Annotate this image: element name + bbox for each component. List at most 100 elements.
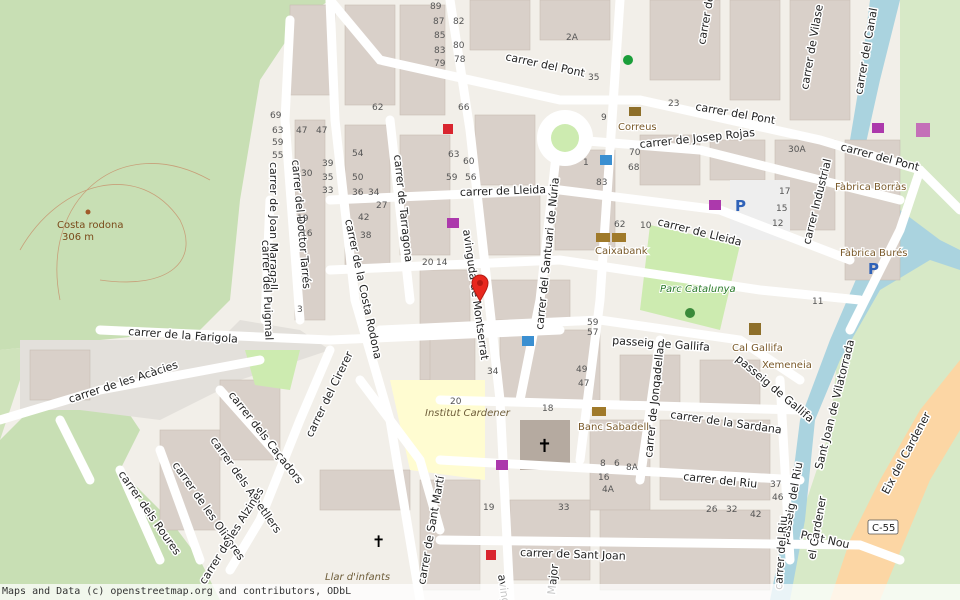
peak-icon <box>85 209 91 215</box>
svg-text:35: 35 <box>588 73 599 83</box>
label-elevation: 306 m <box>62 232 94 243</box>
svg-text:66: 66 <box>458 103 470 113</box>
svg-text:80: 80 <box>453 41 465 51</box>
label-fabrica-borras[interactable]: Fàbrica Borràs <box>834 180 908 195</box>
playground-icon[interactable] <box>685 308 695 318</box>
svg-text:62: 62 <box>372 103 383 113</box>
svg-text:35: 35 <box>322 173 333 183</box>
svg-text:15: 15 <box>776 204 787 214</box>
label-xemeneia[interactable]: Xemeneia <box>761 359 813 373</box>
church-icon[interactable]: ✝ <box>537 436 552 457</box>
svg-text:38: 38 <box>360 231 372 241</box>
svg-text:12: 12 <box>772 219 783 229</box>
map-view[interactable]: carrer del Pont carrer del Pont carrer d… <box>0 0 960 600</box>
bus-stop-icon[interactable] <box>600 155 612 165</box>
parking-icon[interactable]: P <box>735 197 746 215</box>
svg-text:87: 87 <box>433 17 444 27</box>
svg-text:16: 16 <box>598 473 610 483</box>
svg-text:56: 56 <box>465 173 477 183</box>
svg-text:82: 82 <box>453 17 464 27</box>
bank-icon-sabadell[interactable] <box>592 407 606 416</box>
label-caixabank[interactable]: Caixabank <box>594 245 649 259</box>
svg-text:79: 79 <box>434 59 446 69</box>
svg-text:60: 60 <box>463 157 475 167</box>
svg-text:54: 54 <box>352 149 364 159</box>
svg-text:23: 23 <box>668 99 679 109</box>
shop-icon-2[interactable] <box>872 123 884 133</box>
svg-text:19: 19 <box>297 214 309 224</box>
svg-text:2A: 2A <box>566 33 579 43</box>
svg-text:4A: 4A <box>602 485 615 495</box>
svg-text:34: 34 <box>487 367 499 377</box>
svg-text:47: 47 <box>578 379 589 389</box>
label-institut[interactable]: Institut Cardener <box>425 408 511 419</box>
parking-icon-east[interactable]: P <box>868 260 879 278</box>
svg-text:30A: 30A <box>788 145 806 155</box>
svg-text:85: 85 <box>434 31 445 41</box>
location-marker-icon[interactable] <box>471 274 489 302</box>
svg-text:36: 36 <box>352 188 364 198</box>
svg-text:8: 8 <box>600 459 606 469</box>
shop-icon-3[interactable] <box>709 200 721 210</box>
svg-text:11: 11 <box>812 297 823 307</box>
svg-text:89: 89 <box>430 2 442 12</box>
svg-text:6: 6 <box>614 459 620 469</box>
svg-text:69: 69 <box>270 111 282 121</box>
post-office-icon[interactable] <box>629 107 641 116</box>
svg-text:20: 20 <box>422 258 434 268</box>
label-fabrica-bures[interactable]: Fàbrica Burés <box>839 246 909 261</box>
atm-icon[interactable] <box>612 233 626 242</box>
label-cal-gallifa[interactable]: Cal Gallifa <box>731 342 784 356</box>
shop-icon-5[interactable] <box>496 460 508 470</box>
svg-text:47: 47 <box>316 126 327 136</box>
label-banc-sabadell[interactable]: Banc Sabadell <box>577 421 651 435</box>
map-attribution: Maps and Data (c) openstreetmap.org and … <box>0 584 960 600</box>
svg-text:26: 26 <box>706 505 718 515</box>
pharmacy-icon[interactable] <box>443 124 453 134</box>
svg-text:59: 59 <box>446 173 458 183</box>
svg-text:37: 37 <box>770 480 781 490</box>
svg-text:14: 14 <box>436 258 448 268</box>
svg-text:34: 34 <box>368 188 380 198</box>
svg-text:50: 50 <box>352 173 364 183</box>
pharmacy-icon-south[interactable] <box>486 550 496 560</box>
svg-text:30: 30 <box>301 169 313 179</box>
svg-text:49: 49 <box>576 365 588 375</box>
svg-text:78: 78 <box>454 55 466 65</box>
svg-text:42: 42 <box>358 213 369 223</box>
svg-text:16: 16 <box>301 229 313 239</box>
svg-text:47: 47 <box>296 126 307 136</box>
svg-text:83: 83 <box>596 178 607 188</box>
svg-text:8A: 8A <box>626 463 639 473</box>
svg-text:32: 32 <box>726 505 737 515</box>
svg-text:18: 18 <box>542 404 554 414</box>
label-parc-catalunya[interactable]: Parc Catalunya <box>659 283 737 296</box>
svg-text:59: 59 <box>587 318 599 328</box>
svg-text:17: 17 <box>779 187 790 197</box>
sports-icon[interactable] <box>623 55 633 65</box>
svg-text:27: 27 <box>376 201 387 211</box>
svg-text:33: 33 <box>558 503 569 513</box>
church-icon-south[interactable]: ✝ <box>372 532 385 551</box>
svg-text:57: 57 <box>587 328 598 338</box>
theatre-icon[interactable] <box>749 323 761 335</box>
bank-icon[interactable] <box>596 233 610 242</box>
svg-text:63: 63 <box>448 150 459 160</box>
label-costa-rodona-hill: Costa rodona <box>57 220 123 231</box>
svg-text:62: 62 <box>614 220 625 230</box>
svg-text:46: 46 <box>772 493 784 503</box>
svg-text:20: 20 <box>450 397 462 407</box>
svg-text:70: 70 <box>629 148 641 158</box>
label-c55: C-55 <box>872 523 895 534</box>
shop-icon[interactable] <box>916 123 930 137</box>
svg-text:39: 39 <box>322 159 334 169</box>
svg-text:19: 19 <box>483 503 495 513</box>
svg-text:55: 55 <box>272 151 283 161</box>
bus-stop-icon-2[interactable] <box>522 336 534 346</box>
label-correus[interactable]: Correus <box>617 121 658 135</box>
svg-text:42: 42 <box>750 510 761 520</box>
label-llar[interactable]: Llar d'infants <box>325 572 390 583</box>
svg-text:1: 1 <box>583 158 589 168</box>
svg-text:33: 33 <box>322 186 333 196</box>
shop-icon-4[interactable] <box>447 218 459 228</box>
